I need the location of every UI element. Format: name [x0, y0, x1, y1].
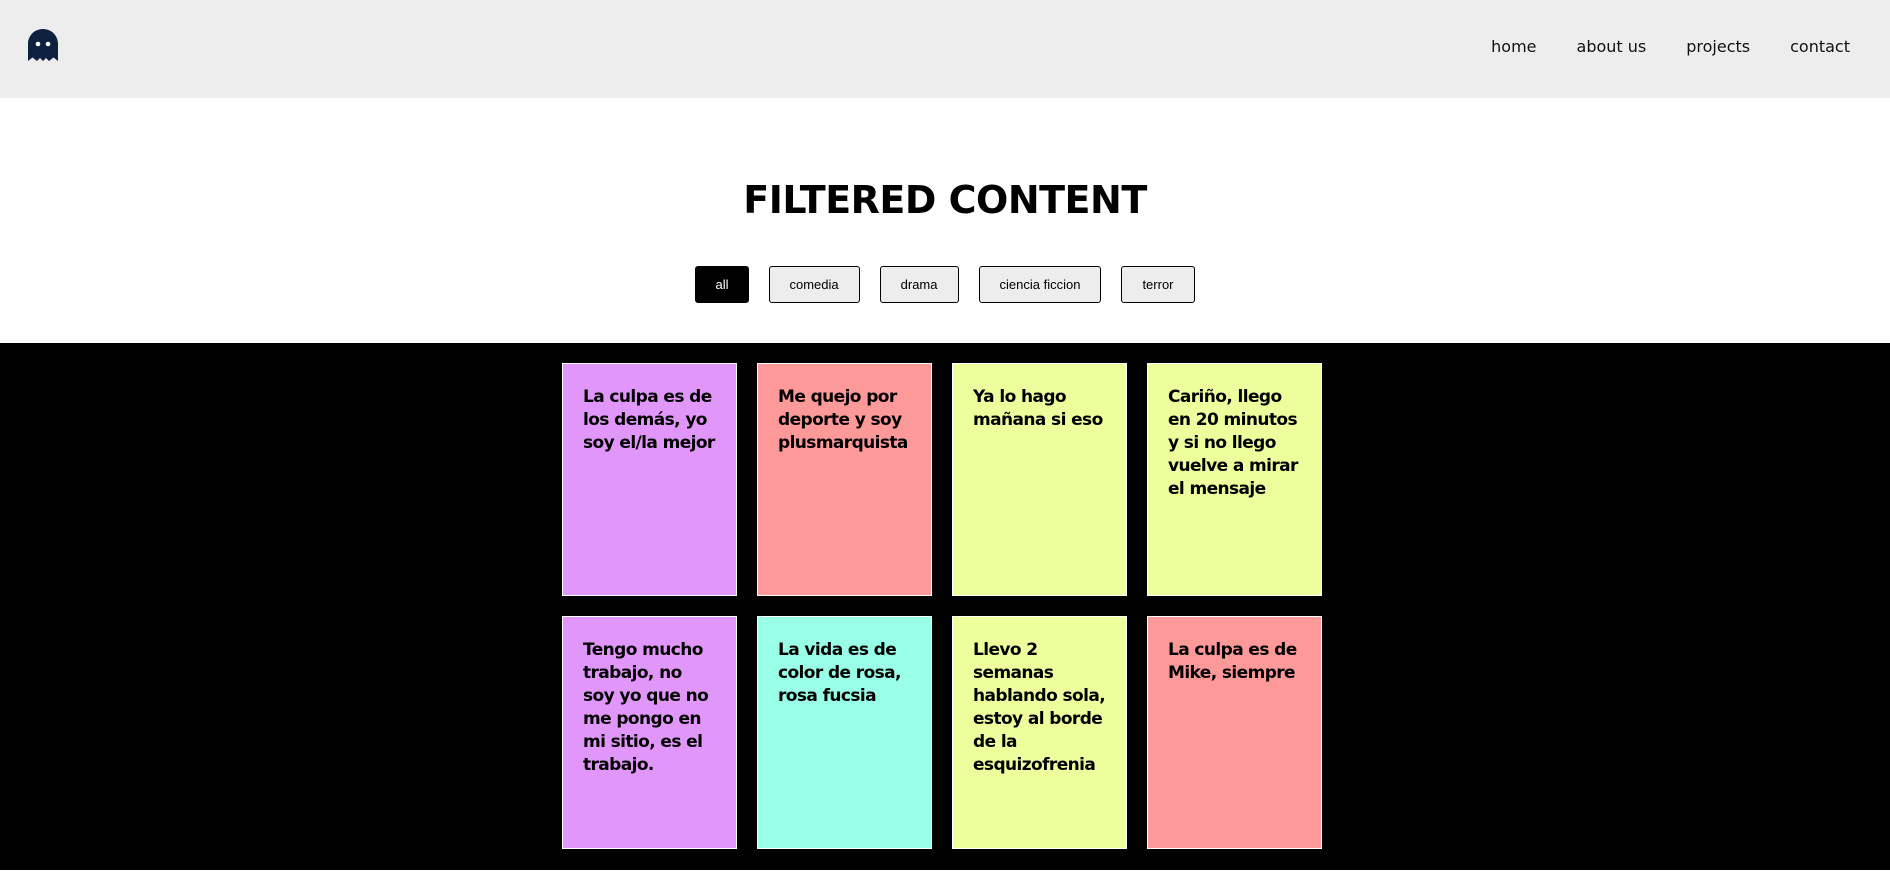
ghost-icon[interactable] [27, 28, 59, 63]
filter-button-terror[interactable]: terror [1121, 266, 1195, 303]
page-title: FILTERED CONTENT [743, 178, 1147, 222]
nav-link-about-us[interactable]: about us [1577, 37, 1647, 56]
content-gallery: La culpa es de los demás, yo soy el/la m… [0, 343, 1890, 870]
content-card[interactable]: Ya lo hago mañana si eso [952, 363, 1127, 596]
site-header: home about us projects contact [0, 0, 1890, 98]
filter-button-ciencia-ficcion[interactable]: ciencia ficcion [978, 266, 1102, 303]
content-card[interactable]: La vida es de color de rosa, rosa fucsia [757, 616, 932, 849]
filter-button-drama[interactable]: drama [879, 266, 959, 303]
content-card[interactable]: Me quejo por deporte y soy plusmarquista [757, 363, 932, 596]
card-grid: La culpa es de los demás, yo soy el/la m… [562, 363, 1322, 849]
content-card[interactable]: Cariño, llego en 20 minutos y si no lleg… [1147, 363, 1322, 596]
filter-button-all[interactable]: all [695, 266, 749, 303]
filter-button-comedia[interactable]: comedia [768, 266, 860, 303]
main-nav: home about us projects contact [1491, 37, 1850, 56]
nav-link-projects[interactable]: projects [1686, 37, 1750, 56]
content-card[interactable]: La culpa es de los demás, yo soy el/la m… [562, 363, 737, 596]
content-card[interactable]: Tengo mucho trabajo, no soy yo que no me… [562, 616, 737, 849]
content-card[interactable]: La culpa es de Mike, siempre [1147, 616, 1322, 849]
content-card[interactable]: Llevo 2 semanas hablando sola, estoy al … [952, 616, 1127, 849]
nav-link-home[interactable]: home [1491, 37, 1536, 56]
filter-bar: all comedia drama ciencia ficcion terror [0, 266, 1890, 303]
nav-link-contact[interactable]: contact [1790, 37, 1850, 56]
